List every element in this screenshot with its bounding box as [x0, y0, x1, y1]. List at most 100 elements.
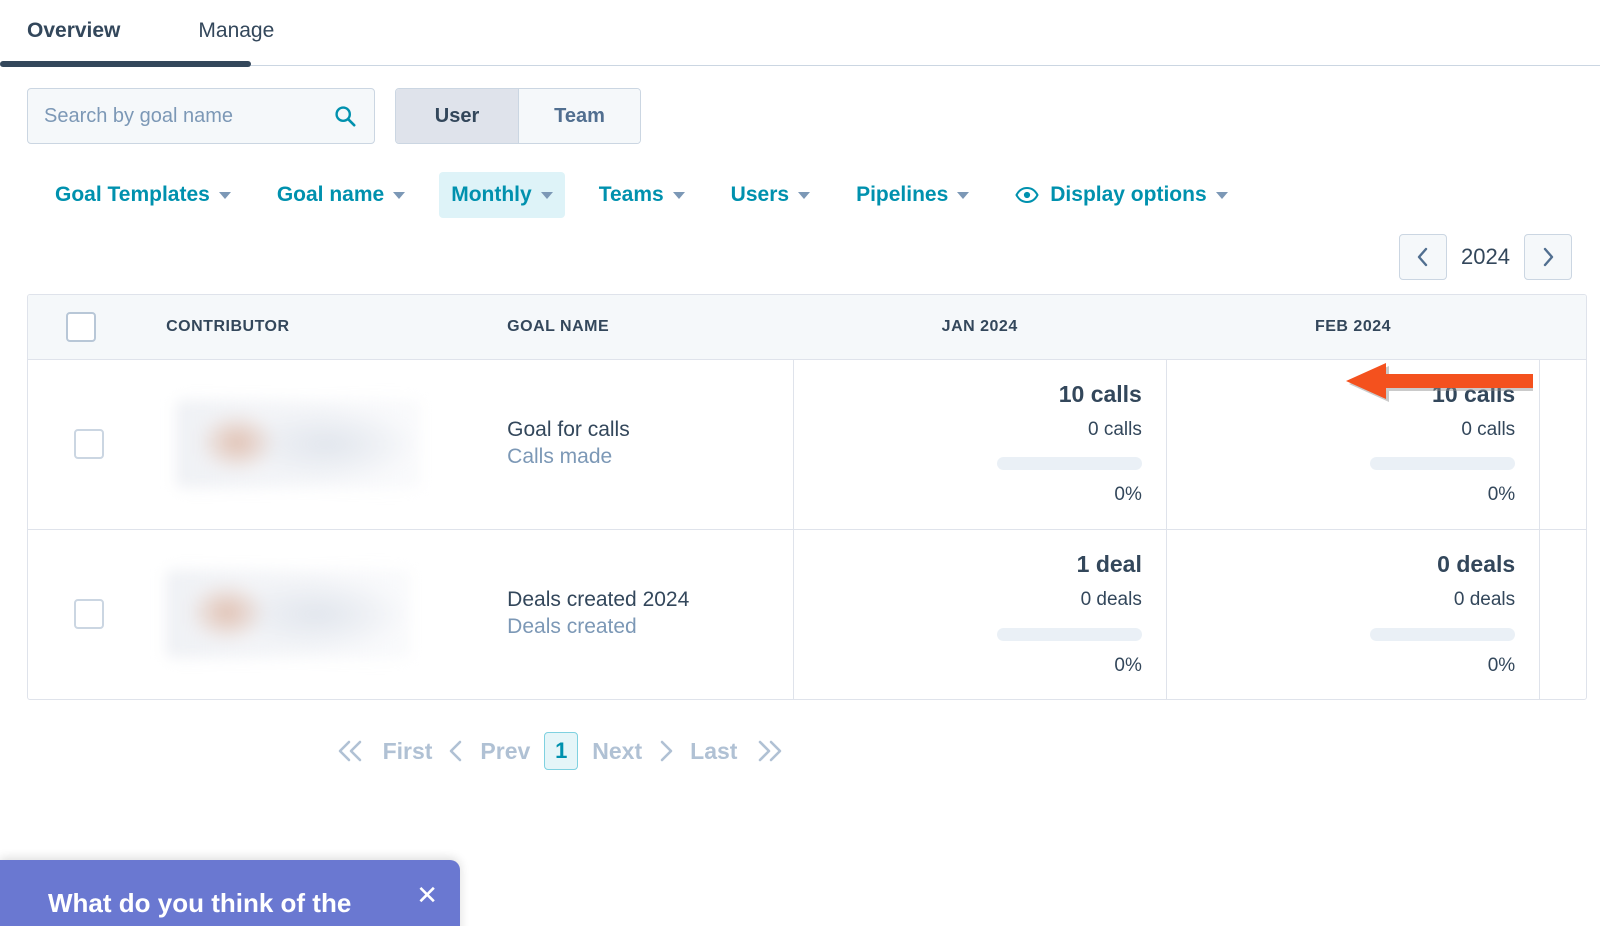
progress-bar [997, 628, 1142, 641]
metric-percent: 0% [816, 484, 1142, 507]
scope-toggle-user[interactable]: User [396, 89, 518, 143]
metric-actual: 0 deals [816, 589, 1142, 612]
search-and-scope-row: User Team [0, 66, 1600, 136]
row-goal-cell: Goal for calls Calls made [491, 359, 793, 529]
row-checkbox[interactable] [74, 599, 104, 629]
filter-bar: Goal Templates Goal name Monthly Teams U… [0, 164, 1600, 226]
goals-overview-page: Overview Manage User Team [0, 0, 1600, 926]
metric-target: 0 deals [1189, 551, 1515, 579]
goals-table-container: CONTRIBUTOR GOAL NAME JAN 2024 FEB 2024 … [27, 294, 1587, 700]
progress-bar [997, 457, 1142, 470]
row-metric-cell-feb: 0 deals 0 deals 0% [1166, 529, 1539, 699]
search-box[interactable] [27, 88, 375, 144]
pagination-last-button[interactable]: Last [690, 738, 737, 765]
tab-manage-label: Manage [198, 19, 274, 42]
row-metric-cell-mar [1540, 359, 1587, 529]
row-contributor-cell [150, 529, 491, 699]
header-month-mar[interactable]: MAR 2024 [1540, 295, 1587, 359]
primary-tab-bar: Overview Manage [0, 0, 1600, 66]
survey-title: What do you think of the [48, 888, 351, 919]
chevron-down-icon [798, 192, 810, 199]
metric-actual: 0 deals [1189, 589, 1515, 612]
search-icon[interactable] [334, 105, 356, 127]
header-contributor[interactable]: CONTRIBUTOR [150, 295, 491, 359]
contributor-redacted-avatar [176, 400, 421, 488]
row-contributor-cell [150, 359, 491, 529]
pagination-page-1[interactable]: 1 [544, 732, 578, 770]
filter-goal-templates-label: Goal Templates [55, 183, 210, 207]
chevron-down-icon [541, 192, 553, 199]
filter-display-options-label: Display options [1050, 183, 1206, 207]
filter-pipelines[interactable]: Pipelines [844, 172, 981, 218]
year-navigation: 2024 [0, 232, 1600, 282]
header-select-all-cell [28, 295, 150, 359]
header-month-jan[interactable]: JAN 2024 [793, 295, 1166, 359]
filter-pipelines-label: Pipelines [856, 183, 948, 207]
row-goal-cell: Deals created 2024 Deals created [491, 529, 793, 699]
goals-table-body: Goal for calls Calls made 10 calls 0 cal… [28, 359, 1587, 699]
pagination-last-icon[interactable] [751, 738, 785, 764]
scope-toggle-team[interactable]: Team [518, 89, 640, 143]
goal-name-label: Deals created 2024 [507, 587, 776, 613]
filter-goal-templates[interactable]: Goal Templates [43, 172, 243, 218]
metric-actual: 0 calls [1189, 419, 1515, 442]
filter-frequency-label: Monthly [451, 183, 531, 207]
filter-goal-name[interactable]: Goal name [265, 172, 417, 218]
goals-table-head: CONTRIBUTOR GOAL NAME JAN 2024 FEB 2024 … [28, 295, 1587, 359]
tab-overview-label: Overview [27, 19, 120, 42]
goal-type-label[interactable]: Deals created [507, 613, 776, 641]
pagination-prev-icon[interactable] [446, 738, 466, 764]
pagination-first-icon[interactable] [335, 738, 369, 764]
goal-name-label: Goal for calls [507, 417, 776, 443]
chevron-left-icon [1416, 246, 1430, 268]
scope-toggle-team-label: Team [554, 105, 605, 128]
filter-teams[interactable]: Teams [587, 172, 697, 218]
pagination: First Prev 1 Next Last [0, 722, 1600, 780]
chevron-down-icon [219, 192, 231, 199]
metric-target: 10 calls [1189, 381, 1515, 409]
header-goal-name[interactable]: GOAL NAME [491, 295, 793, 359]
metric-target: 10 calls [816, 381, 1142, 409]
pagination-first-button[interactable]: First [383, 738, 433, 765]
row-select-cell [28, 359, 150, 529]
year-label: 2024 [1461, 244, 1510, 270]
year-prev-button[interactable] [1399, 234, 1447, 280]
pagination-next-icon[interactable] [656, 738, 676, 764]
search-input[interactable] [28, 89, 374, 143]
survey-widget[interactable]: What do you think of the ✕ [0, 860, 460, 926]
chevron-down-icon [393, 192, 405, 199]
row-select-cell [28, 529, 150, 699]
filter-users[interactable]: Users [719, 172, 822, 218]
header-month-feb[interactable]: FEB 2024 [1166, 295, 1539, 359]
metric-percent: 0% [816, 655, 1142, 678]
filter-users-label: Users [731, 183, 789, 207]
pagination-prev-button[interactable]: Prev [480, 738, 530, 765]
chevron-down-icon [1216, 192, 1228, 199]
pagination-next-button[interactable]: Next [592, 738, 642, 765]
metric-actual: 0 calls [816, 419, 1142, 442]
select-all-checkbox[interactable] [66, 312, 96, 342]
filter-frequency[interactable]: Monthly [439, 172, 564, 218]
goals-table: CONTRIBUTOR GOAL NAME JAN 2024 FEB 2024 … [28, 295, 1587, 699]
table-row: Goal for calls Calls made 10 calls 0 cal… [28, 359, 1587, 529]
filter-display-options[interactable]: Display options [1003, 172, 1239, 218]
row-metric-cell-feb: 10 calls 0 calls 0% [1166, 359, 1539, 529]
filter-goal-name-label: Goal name [277, 183, 384, 207]
chevron-right-icon [1541, 246, 1555, 268]
close-icon[interactable]: ✕ [416, 882, 438, 908]
active-tab-underline [0, 61, 251, 67]
goal-type-label[interactable]: Calls made [507, 443, 776, 471]
row-checkbox[interactable] [74, 429, 104, 459]
chevron-down-icon [957, 192, 969, 199]
tab-manage[interactable]: Manage [198, 0, 274, 41]
eye-icon [1015, 186, 1039, 204]
year-next-button[interactable] [1524, 234, 1572, 280]
progress-bar [1370, 628, 1515, 641]
tab-overview[interactable]: Overview [27, 0, 120, 41]
table-header-row: CONTRIBUTOR GOAL NAME JAN 2024 FEB 2024 … [28, 295, 1587, 359]
contributor-redacted-avatar [166, 570, 411, 658]
row-metric-cell-jan: 1 deal 0 deals 0% [793, 529, 1166, 699]
metric-percent: 0% [1189, 655, 1515, 678]
chevron-down-icon [673, 192, 685, 199]
metric-percent: 0% [1189, 484, 1515, 507]
